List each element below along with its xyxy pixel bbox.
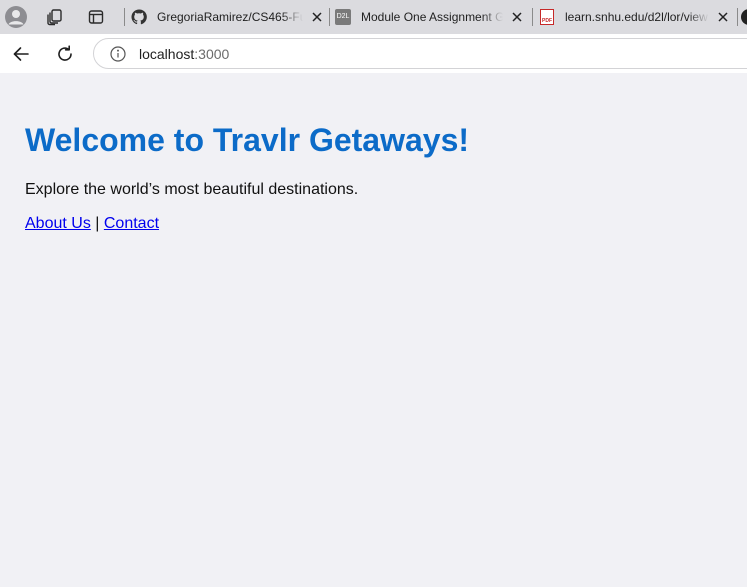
tab-title: learn.snhu.edu/d2l/lor/view [565,10,708,24]
refresh-icon [58,45,72,61]
contact-link[interactable]: Contact [104,215,159,232]
github-icon [131,9,147,25]
tab-favicon-partial[interactable] [741,9,747,25]
page-title: Welcome to Travlr Getaways! [25,122,470,158]
tab-title: GregoriaRamirez/CS465-Fu [157,10,303,24]
tab-title: Module One Assignment G [361,10,503,24]
d2l-icon: D2L [335,9,351,25]
browser-window: GregoriaRamirez/CS465-Fu D2L Module One … [0,0,747,587]
url-port: :3000 [194,45,230,62]
back-button[interactable] [6,39,36,69]
tab-actions-button[interactable] [81,2,111,32]
tab-d2l-assignment[interactable]: D2L Module One Assignment G [335,3,527,31]
close-icon[interactable] [509,9,525,25]
pdf-favicon-text: PDF [540,9,554,25]
intro-text: Explore the world’s most beautiful desti… [25,181,359,198]
tab-separator [329,8,330,26]
page-content: Welcome to Travlr Getaways! Explore the … [0,73,747,587]
info-icon[interactable] [109,45,127,63]
nav-links: About Us | Contact [25,215,159,233]
tab-separator [532,8,533,26]
profile-icon [5,6,27,28]
d2l-favicon-text: D2L [335,9,351,25]
refresh-button[interactable] [50,39,80,69]
workspaces-button[interactable] [40,2,70,32]
pdf-icon: PDF [539,9,555,25]
tab-github[interactable]: GregoriaRamirez/CS465-Fu [131,3,325,31]
link-separator: | [95,215,100,232]
tab-strip: GregoriaRamirez/CS465-Fu D2L Module One … [0,0,747,34]
back-arrow-icon [13,47,29,61]
vertical-tabs-icon [88,10,104,24]
about-us-link[interactable]: About Us [25,215,91,232]
tab-separator [124,8,125,26]
tab-snhu-pdf[interactable]: PDF learn.snhu.edu/d2l/lor/view [539,3,739,31]
url-host: localhost [139,45,195,62]
profile-button[interactable] [1,2,31,32]
url-text[interactable]: localhost:3000 [139,46,229,62]
workspaces-icon [47,9,62,26]
browser-toolbar: localhost:3000 [0,34,747,73]
address-bar[interactable]: localhost:3000 [93,38,747,69]
tab-separator [737,8,738,26]
close-icon[interactable] [715,9,731,25]
close-icon[interactable] [309,9,325,25]
